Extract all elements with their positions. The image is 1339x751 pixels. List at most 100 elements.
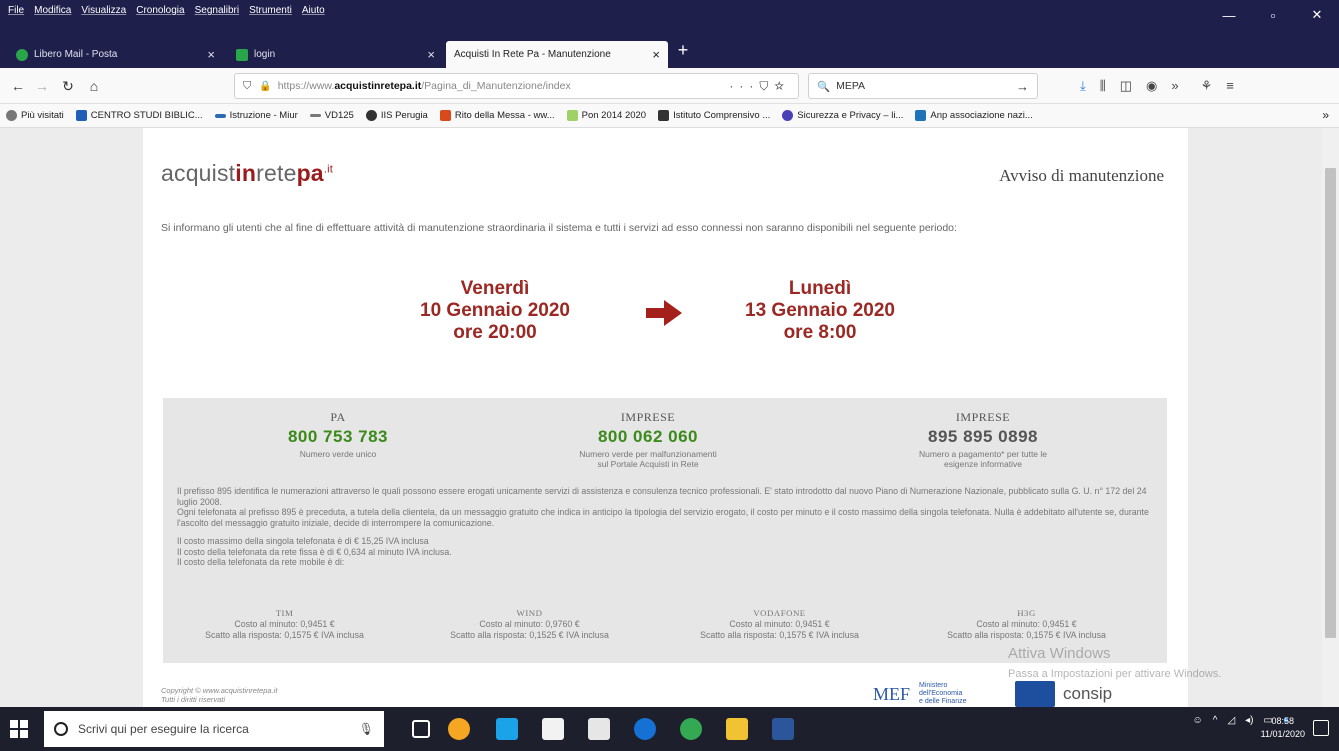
bookmark-item[interactable]: Anp associazione nazi... [915,110,1033,121]
close-window-button[interactable]: ✕ [1295,0,1339,30]
tab-login[interactable]: login × [228,41,443,68]
menu-modifica[interactable]: Modifica [34,5,71,16]
task-view-icon[interactable] [412,720,430,738]
pocket-icon[interactable]: ⛉ [759,79,774,93]
microphone-icon[interactable]: 🎙 [359,722,374,736]
skype-icon[interactable] [496,718,518,740]
bookmark-item[interactable]: IIS Perugia [365,110,428,121]
bookmark-item[interactable]: Istruzione - Miur [214,110,298,121]
menu-file[interactable]: File [8,5,24,16]
volume-icon[interactable]: ◂) [1245,715,1253,726]
taskbar-search[interactable]: Scrivi qui per eseguire la ricerca 🎙 [44,711,384,747]
site-logo[interactable]: acquistinretepa.it [161,160,333,187]
network-icon[interactable]: ◿ [1227,715,1235,726]
bookmark-item[interactable]: Pon 2014 2020 [566,110,646,121]
clock[interactable]: 08:58 11/01/2020 [1261,715,1305,741]
taskbar-search-input[interactable]: Scrivi qui per eseguire la ricerca [78,722,249,736]
menu-cronologia[interactable]: Cronologia [136,5,184,16]
file-explorer-icon[interactable] [726,718,748,740]
tariff-notes: Il prefisso 895 identifica le numerazion… [177,486,1149,567]
search-icon: 🔍 [817,80,831,93]
menu-strumenti[interactable]: Strumenti [249,5,292,16]
start-day: Venerdì [460,278,530,299]
phone-number[interactable]: 895 895 0898 [893,427,1073,447]
word-icon[interactable] [772,718,794,740]
scrollbar[interactable] [1322,128,1339,707]
bookmark-item[interactable]: Più visitati [6,110,64,121]
contact-pa: PA 800 753 783 Numero verde unico [253,410,423,459]
search-bar[interactable]: 🔍 MEPA → [808,73,1038,99]
menu-segnalibri[interactable]: Segnalibri [195,5,239,16]
download-icon[interactable]: ⤓ [1080,78,1086,94]
tab-acquisti[interactable]: Acquisti In Rete Pa - Manutenzione × [446,41,668,68]
tab-libero-mail[interactable]: Libero Mail - Posta × [8,41,223,68]
reload-icon[interactable]: ↻ [58,76,78,96]
bookmark-item[interactable]: Sicurezza e Privacy – li... [782,110,903,121]
start-date-text: 10 Gennaio 2020 [420,300,570,321]
url-prefix: https://www. [277,80,335,92]
lock-icon: 🔒 [259,80,272,92]
url-domain: acquistinretepa.it [334,80,422,92]
bookmark-star-icon[interactable]: ☆ [774,79,790,93]
activate-windows-title: Attiva Windows [1008,645,1111,662]
bookmark-icon [75,110,87,121]
back-icon[interactable]: ← [8,76,28,96]
phone-number[interactable]: 800 062 060 [553,427,743,447]
sidebar-icon[interactable]: ◫ [1120,78,1132,94]
bookmark-icon [439,110,451,121]
close-tab-icon[interactable]: × [652,47,660,62]
search-input[interactable]: MEPA [836,80,865,92]
library-icon[interactable]: ⫼ [1100,78,1106,94]
bookmark-icon [915,110,927,121]
bookmark-icon [309,114,321,117]
hamburger-menu-icon[interactable]: ≡ [1226,78,1234,94]
extension-icon[interactable]: ◉ [1146,78,1157,94]
url-path: /Pagina_di_Manutenzione/index [421,80,571,92]
login-favicon-icon [236,48,248,61]
menu-visualizza[interactable]: Visualizza [81,5,126,16]
consip-icon [1015,681,1055,707]
page-actions-icon[interactable]: ··· [729,79,759,93]
people-icon[interactable]: ☺ [1193,715,1203,726]
bookmarks-overflow-icon[interactable]: » [1322,108,1329,122]
menu-aiuto[interactable]: Aiuto [302,5,325,16]
home-icon[interactable]: ⌂ [84,76,104,96]
store-icon[interactable] [542,718,564,740]
close-tab-icon[interactable]: × [207,47,215,62]
tray-overflow-icon[interactable]: ^ [1213,715,1218,726]
search-go-icon[interactable]: → [1016,79,1029,94]
edge-icon[interactable] [634,718,656,740]
close-tab-icon[interactable]: × [427,47,435,62]
bookmark-item[interactable]: VD125 [309,110,354,121]
bookmark-item[interactable]: Rito della Messa - ww... [439,110,555,121]
shield-icon: ⛉ [243,79,252,92]
menu-bar: File Modifica Visualizza Cronologia Segn… [8,5,325,16]
contact-imprese-green: IMPRESE 800 062 060 Numero verde per mal… [553,410,743,469]
nav-bar: ← → ↻ ⌂ ⛉ 🔒 https://www. acquistinretepa.… [0,68,1339,104]
url-bar[interactable]: ⛉ 🔒 https://www. acquistinretepa.it/Pagin… [234,73,799,99]
overflow-icon[interactable]: » [1171,78,1178,94]
bookmark-item[interactable]: Istituto Comprensivo ... [658,110,770,121]
start-time: ore 20:00 [453,322,537,343]
addons-icon[interactable]: ⚘ [1201,78,1213,94]
bookmark-item[interactable]: CENTRO STUDI BIBLIC... [75,110,203,121]
notifications-icon[interactable] [1313,720,1329,736]
tab-label: Acquisti In Rete Pa - Manutenzione [454,49,611,60]
contact-imprese-paid: IMPRESE 895 895 0898 Numero a pagamento*… [893,410,1073,469]
forward-icon[interactable]: → [32,76,52,96]
maximize-button[interactable]: ▫ [1251,0,1295,30]
consip-logo[interactable]: consip [1015,681,1112,707]
libero-favicon-icon [16,48,28,61]
operator-h3g: H3G Costo al minuto: 0,9451 € Scatto all… [947,608,1106,640]
new-tab-button[interactable]: + [672,40,694,62]
scrollbar-thumb[interactable] [1325,168,1336,638]
mef-logo[interactable]: MEF [873,684,910,705]
windows-start-icon[interactable] [10,720,28,738]
firefox-icon[interactable] [448,718,470,740]
mail-icon[interactable] [588,718,610,740]
bookmarks-bar: Più visitati CENTRO STUDI BIBLIC... Istr… [0,104,1339,128]
minimize-button[interactable]: — [1207,0,1251,30]
toolbar-icons: ⤓ ⫼ ◫ ◉ » ⚘ ≡ [1080,78,1234,94]
phone-number[interactable]: 800 753 783 [253,427,423,447]
chrome-icon[interactable] [680,718,702,740]
